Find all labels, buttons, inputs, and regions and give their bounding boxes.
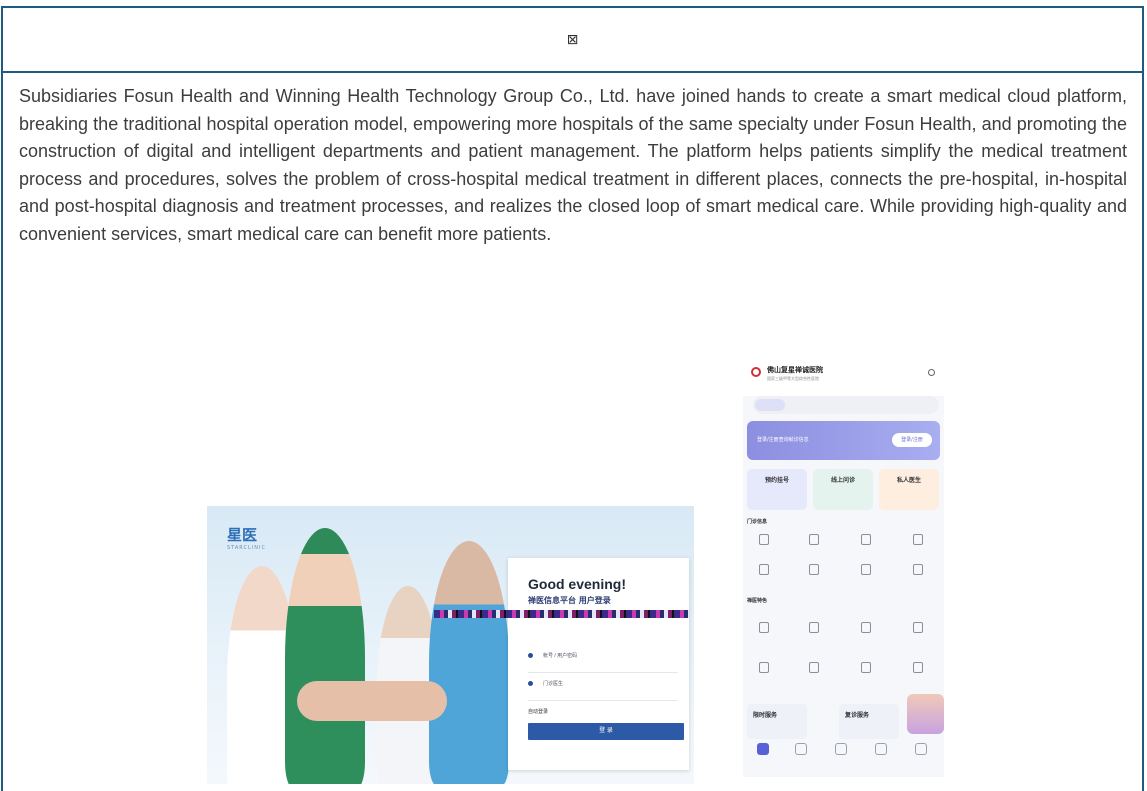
grid-icon [809, 534, 819, 545]
grid-icon [913, 662, 923, 673]
hospital-subtitle: 国家三级甲等大型综合性医院 [767, 376, 819, 381]
hands-figure [297, 681, 447, 721]
grid-icon [809, 564, 819, 575]
hospital-logo-icon [751, 367, 761, 377]
grid-icon [809, 662, 819, 673]
tab-messages-icon [875, 743, 887, 755]
tab-consult-icon [795, 743, 807, 755]
grid-icon [759, 534, 769, 545]
grid-icon [861, 534, 871, 545]
user-icon [528, 653, 533, 659]
grid-icon [809, 622, 819, 633]
female-doctor-figure [429, 541, 509, 784]
login-button: 登 录 [528, 723, 684, 740]
grid-icon [861, 564, 871, 575]
greeting-text: Good evening! [528, 576, 626, 592]
banner-text: 登录/注册查询就诊信息 [757, 437, 809, 443]
service-card-timed: 限时服务 [747, 704, 807, 739]
surgeon-figure [285, 528, 365, 784]
card-label: 预约挂号 [764, 477, 789, 484]
search-bar [753, 396, 939, 414]
card-online-consult: 线上问诊 [813, 469, 873, 510]
service-label: 复诊服务 [845, 712, 870, 719]
login-panel: Good evening! 禅医信息平台 用户登录 帐号 / 用户密码 门诊医生… [508, 558, 689, 770]
login-subtitle: 禅医信息平台 用户登录 [528, 596, 611, 605]
settings-icon [928, 369, 935, 376]
header-bar: ⊠ [3, 8, 1142, 73]
login-banner: 登录/注册查询就诊信息 登录/注册 [747, 421, 940, 460]
mobile-screenshot-image: 佛山复星禅诚医院 国家三级甲等大型综合性医院 登录/注册查询就诊信息 登录/注册… [743, 354, 944, 777]
login-screenshot-image: 星医 STARCLINIC Good evening! 禅医信息平台 用户登录 … [207, 506, 694, 784]
lock-icon [528, 681, 533, 687]
grid-icon [861, 622, 871, 633]
missing-image-icon: ⊠ [566, 31, 579, 48]
location-pill [755, 399, 785, 411]
remember-label: 自动登录 [528, 709, 549, 715]
service-label: 限时服务 [753, 712, 778, 719]
mobile-header: 佛山复星禅诚医院 国家三级甲等大型综合性医院 [743, 354, 944, 396]
card-label: 私人医生 [896, 477, 921, 484]
hospital-name: 佛山复星禅诚医院 [767, 366, 823, 374]
doctor-avatar [907, 694, 944, 734]
body-paragraph: Subsidiaries Fosun Health and Winning He… [19, 86, 1127, 244]
grid-icon [913, 534, 923, 545]
card-label: 线上问诊 [830, 477, 855, 484]
role-field: 门诊医生 [528, 680, 678, 701]
role-field-label: 门诊医生 [543, 681, 564, 687]
tab-home-icon [757, 743, 769, 755]
tab-records-icon [835, 743, 847, 755]
section-title-outpatient: 门诊信息 [747, 519, 768, 525]
corrupted-pixel-strip [434, 610, 689, 618]
starclinic-logo: 星医 STARCLINIC [227, 524, 266, 551]
grid-icon [913, 622, 923, 633]
banner-login-button: 登录/注册 [892, 433, 932, 447]
grid-icon [759, 622, 769, 633]
tab-profile-icon [915, 743, 927, 755]
card-private-doctor: 私人医生 [879, 469, 939, 510]
grid-icon [759, 662, 769, 673]
account-field-label: 帐号 / 用户密码 [543, 653, 578, 659]
grid-icon [913, 564, 923, 575]
card-appointment: 预约挂号 [747, 469, 807, 510]
service-card-followup: 复诊服务 [839, 704, 899, 739]
grid-icon [759, 564, 769, 575]
account-field: 帐号 / 用户密码 [528, 652, 678, 673]
grid-icon [861, 662, 871, 673]
logo-text: 星医 [227, 526, 258, 544]
section-title-features: 禅医特色 [747, 598, 768, 604]
logo-subtext: STARCLINIC [227, 545, 266, 551]
